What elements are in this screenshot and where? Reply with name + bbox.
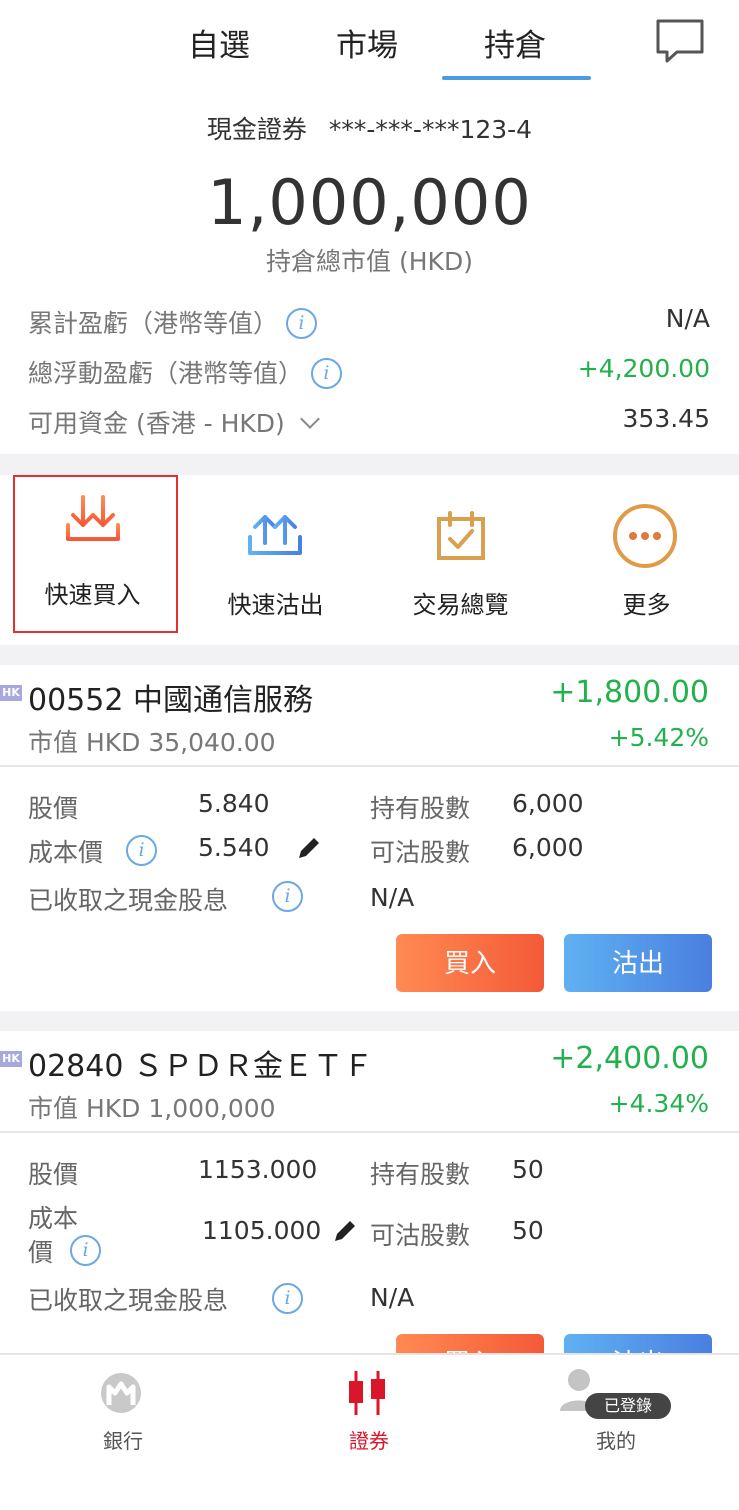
sellable-shares-label: 可沽股數	[370, 838, 471, 867]
floating-pl-label: 總浮動盈虧（港幣等值）	[28, 359, 304, 388]
held-shares-label: 持有股數	[370, 794, 471, 823]
bank-logo-icon	[101, 1373, 141, 1413]
more-dots-icon	[613, 504, 677, 568]
sellable-shares-value: 6,000	[512, 833, 584, 862]
held-shares-label: 持有股數	[370, 1160, 471, 1189]
cumulative-pl-value: N/A	[665, 304, 710, 333]
tab-watchlist[interactable]: 自選	[188, 20, 250, 65]
divider	[0, 1131, 739, 1133]
tab-holdings[interactable]: 持倉	[484, 20, 546, 65]
price-label: 股價	[28, 794, 79, 823]
stock-market-value: 市值 HKD 1,000,000	[28, 1094, 276, 1123]
bottom-nav: 銀行 證券 我的 已登錄	[0, 1353, 739, 1510]
available-funds-label: 可用資金 (香港 - HKD)	[28, 409, 285, 438]
sellable-shares-value: 50	[512, 1216, 544, 1245]
chat-icon[interactable]	[655, 18, 705, 64]
cumulative-pl-row: 累計盈虧（港幣等值） i N/A	[28, 300, 710, 340]
top-tab-bar: 自選 市場 持倉	[0, 0, 739, 82]
holding-card: HK 00552 中國通信服務 +1,800.00 市值 HKD 35,040.…	[0, 665, 739, 1011]
nav-securities[interactable]: 證券	[246, 1355, 492, 1510]
available-funds-value: 353.45	[622, 404, 710, 433]
account-info[interactable]: 現金證券 ***-***-***123-4	[0, 110, 739, 146]
quick-buy-button[interactable]: 快速買入	[0, 475, 185, 645]
edit-pencil-icon[interactable]	[332, 1218, 358, 1244]
price-label: 股價	[28, 1160, 79, 1189]
divider	[0, 765, 739, 767]
chevron-down-icon[interactable]	[299, 409, 320, 429]
info-icon[interactable]: i	[126, 835, 157, 866]
nav-bank[interactable]: 銀行	[0, 1355, 246, 1510]
stock-market-value: 市值 HKD 35,040.00	[28, 728, 276, 757]
nav-me[interactable]: 我的	[493, 1355, 739, 1510]
stock-gain-pct: +4.34%	[608, 1089, 709, 1118]
cost-price-value: 1105.000	[202, 1216, 322, 1245]
calendar-check-icon	[437, 511, 485, 560]
stock-gain: +1,800.00	[550, 675, 709, 710]
stock-name[interactable]: 02840 ＳＰＤＲ金ＥＴＦ	[28, 1041, 373, 1085]
more-button[interactable]: 更多	[554, 475, 739, 645]
cost-price-value: 5.540	[198, 833, 270, 862]
quick-sell-button[interactable]: 快速沽出	[183, 475, 368, 645]
info-icon[interactable]: i	[310, 357, 342, 389]
quick-actions: 快速買入 快速沽出 交易總覽 更多	[0, 475, 739, 645]
stock-name[interactable]: 00552 中國通信服務	[28, 675, 313, 719]
dividend-value: N/A	[370, 883, 415, 912]
more-label: 更多	[622, 591, 671, 619]
quick-sell-label: 快速沽出	[227, 591, 324, 619]
download-tray-icon	[66, 495, 120, 541]
info-icon[interactable]: i	[285, 307, 317, 339]
sell-button[interactable]: 沽出	[564, 934, 712, 992]
quick-buy-label: 快速買入	[44, 581, 141, 609]
cost-price-label: 成本價	[28, 838, 104, 867]
stock-gain-pct: +5.42%	[608, 723, 709, 752]
nav-me-label: 我的	[596, 1429, 636, 1453]
held-shares-value: 50	[512, 1155, 544, 1184]
cost-price-label-line2: 價	[28, 1238, 54, 1267]
available-funds-row[interactable]: 可用資金 (香港 - HKD) 353.45	[28, 400, 710, 440]
candlestick-icon	[349, 1371, 385, 1415]
trade-overview-button[interactable]: 交易總覽	[368, 475, 553, 645]
total-market-value: 1,000,000	[207, 166, 532, 239]
account-type: 現金證券	[206, 115, 307, 144]
edit-pencil-icon[interactable]	[296, 835, 322, 861]
tab-market[interactable]: 市場	[336, 20, 398, 65]
nav-bank-label: 銀行	[103, 1429, 143, 1453]
buy-button[interactable]: 買入	[396, 934, 544, 992]
trade-overview-label: 交易總覽	[412, 591, 509, 619]
market-badge: HK	[0, 685, 22, 701]
market-badge: HK	[0, 1051, 22, 1067]
info-icon[interactable]: i	[70, 1235, 101, 1266]
active-tab-indicator	[442, 76, 591, 80]
cumulative-pl-label: 累計盈虧（港幣等值）	[28, 309, 279, 338]
nav-securities-label: 證券	[349, 1429, 389, 1453]
portfolio-summary: 現金證券 ***-***-***123-4 1,000,000 持倉總市值 (HK…	[0, 82, 739, 454]
dividend-label: 已收取之現金股息	[28, 1286, 229, 1315]
login-status-badge: 已登錄	[585, 1393, 671, 1419]
price-value: 1153.000	[198, 1155, 318, 1184]
upload-tray-icon	[248, 515, 302, 555]
price-value: 5.840	[198, 789, 270, 818]
info-icon[interactable]: i	[272, 1283, 303, 1314]
info-icon[interactable]: i	[272, 881, 303, 912]
account-number: ***-***-***123-4	[328, 115, 533, 144]
dividend-value: N/A	[370, 1283, 415, 1312]
floating-pl-value: +4,200.00	[577, 354, 710, 383]
stock-gain: +2,400.00	[550, 1041, 709, 1076]
held-shares-value: 6,000	[512, 789, 584, 818]
cost-price-label-line1: 成本	[28, 1204, 79, 1233]
holding-card: HK 02840 ＳＰＤＲ金ＥＴＦ +2,400.00 市值 HKD 1,000…	[0, 1031, 739, 1392]
total-market-value-label: 持倉總市值 (HKD)	[266, 247, 473, 276]
dividend-label: 已收取之現金股息	[28, 886, 229, 915]
sellable-shares-label: 可沽股數	[370, 1221, 471, 1250]
floating-pl-row: 總浮動盈虧（港幣等值） i +4,200.00	[28, 350, 710, 390]
